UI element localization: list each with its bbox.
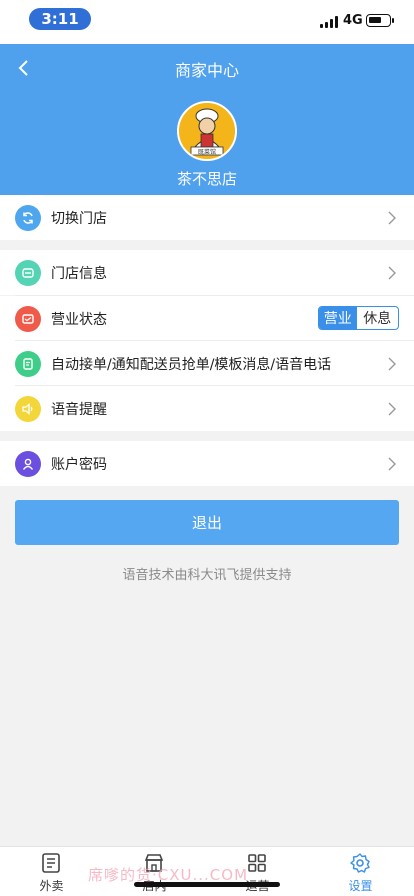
credit-text: 语音技术由科大讯飞提供支持	[122, 568, 292, 583]
page-title: 商家中心	[174, 61, 239, 80]
voice-reminder-label: 语音提醒	[51, 401, 107, 418]
store-info-label: 门店信息	[51, 265, 107, 282]
business-status-item: 营业状态 营业 休息	[0, 296, 414, 341]
chef-logo-icon: 既菜馆	[179, 103, 235, 159]
battery-icon	[366, 14, 394, 27]
signal-icon	[320, 15, 338, 28]
switch-store-label: 切换门店	[51, 210, 107, 227]
account-password-label: 账户密码	[51, 456, 107, 473]
chevron-right-icon	[388, 211, 396, 224]
speaker-icon	[15, 395, 41, 422]
logout-button[interactable]: 退出	[15, 500, 399, 545]
account-password-item[interactable]: 账户密码	[0, 441, 414, 486]
document-icon	[15, 350, 41, 377]
auto-settings-item[interactable]: 自动接单/通知配送员抢单/模板消息/语音电话	[0, 341, 414, 386]
chevron-right-icon	[388, 266, 396, 279]
tab-settings-label: 设置	[348, 879, 373, 893]
status-open-option[interactable]: 营业	[319, 307, 357, 329]
status-bar: 3:11 4G	[0, 0, 414, 44]
avatar-text: 既菜馆	[198, 148, 216, 156]
merchant-header: 商家中心 既菜馆 茶不思店	[0, 44, 414, 195]
voice-reminder-item[interactable]: 语音提醒	[0, 386, 414, 431]
user-icon	[15, 450, 41, 477]
network-type: 4G	[343, 13, 363, 28]
shop-name: 茶不思店	[176, 170, 237, 188]
refresh-icon	[15, 204, 41, 231]
business-status-label: 营业状态	[51, 311, 107, 328]
shop-avatar[interactable]: 既菜馆	[177, 101, 237, 161]
store-info-item[interactable]: 门店信息	[0, 250, 414, 295]
status-rest-option[interactable]: 休息	[358, 309, 396, 327]
status-time: 3:11	[29, 8, 91, 30]
home-indicator	[134, 882, 280, 887]
gear-icon	[350, 853, 370, 873]
chevron-right-icon	[388, 402, 396, 415]
chevron-right-icon	[388, 457, 396, 470]
tab-settings[interactable]: 设置	[309, 847, 412, 896]
store-icon	[15, 259, 41, 286]
grid-icon	[248, 854, 266, 872]
business-status-toggle[interactable]: 营业 休息	[318, 306, 399, 330]
switch-store-item[interactable]: 切换门店	[0, 195, 414, 240]
auto-settings-label: 自动接单/通知配送员抢单/模板消息/语音电话	[51, 356, 332, 373]
chevron-right-icon	[388, 357, 396, 370]
list-icon	[42, 853, 60, 873]
status-icon	[15, 305, 41, 332]
